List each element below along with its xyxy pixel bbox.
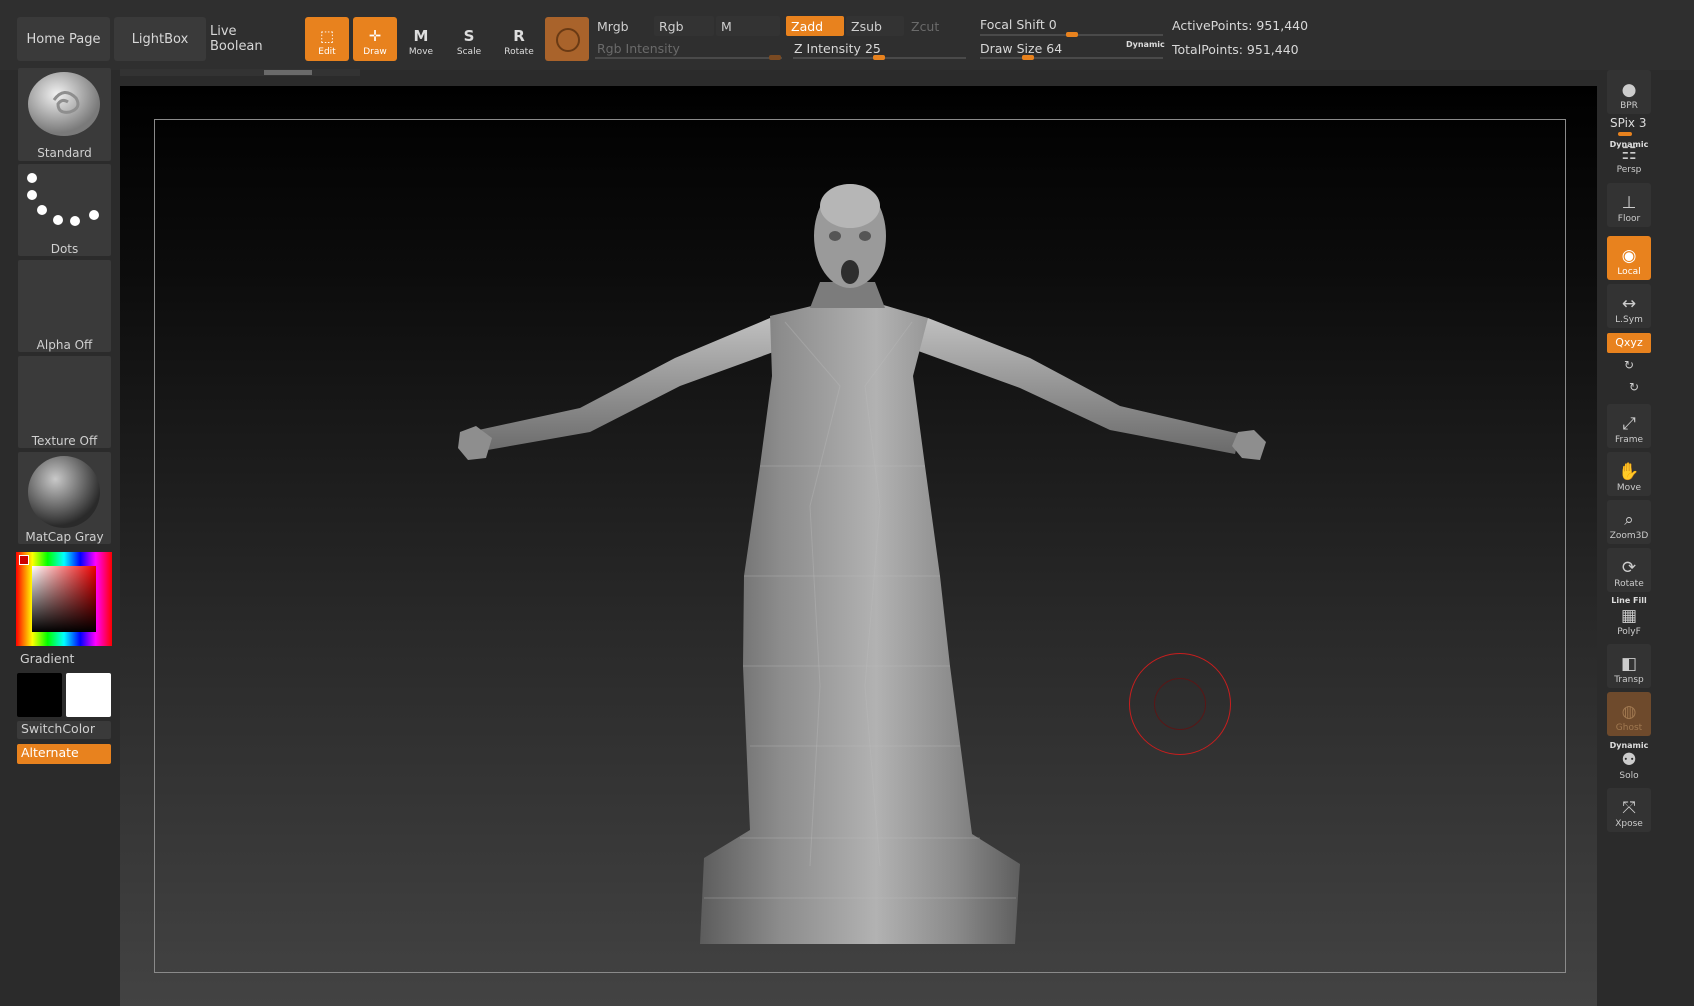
rgb-toggle[interactable]: Rgb xyxy=(654,16,714,36)
polyf-button[interactable]: ▦ PolyF xyxy=(1607,596,1651,640)
brush-label: Standard xyxy=(37,146,92,160)
rgb-intensity-slider[interactable] xyxy=(595,57,782,59)
draw-size-label: Draw Size 64 xyxy=(980,41,1063,56)
spix-slider[interactable]: SPix 3 xyxy=(1610,116,1646,130)
color-picker[interactable] xyxy=(16,552,112,646)
focal-shift-value: 0 xyxy=(1048,17,1057,32)
draw-size-value: 64 xyxy=(1046,41,1063,56)
bpr-sphere-icon: ● xyxy=(1621,80,1637,100)
frame-icon: ⤢ xyxy=(1622,414,1636,434)
draw-button[interactable]: ✛ Draw xyxy=(353,17,397,61)
rotate-icon: R xyxy=(513,27,525,45)
local-button[interactable]: ◉ Local xyxy=(1607,236,1651,280)
secondary-color-swatch[interactable] xyxy=(66,673,111,717)
switch-color-button[interactable]: SwitchColor xyxy=(17,721,111,739)
z-intensity-label: Z Intensity 25 xyxy=(794,41,881,56)
gradient-label[interactable]: Gradient xyxy=(20,651,74,666)
z-intensity-value: 25 xyxy=(864,41,881,56)
canvas-scrollbar-thumb[interactable] xyxy=(264,70,312,75)
polyframe-icon: ▦ xyxy=(1620,606,1638,626)
dynamic-toggle[interactable]: Dynamic xyxy=(1126,40,1165,49)
mrgb-toggle[interactable]: Mrgb xyxy=(592,16,652,36)
active-points: ActivePoints: 951,440 xyxy=(1172,18,1309,33)
brush-standard-icon xyxy=(28,72,100,136)
zcut-toggle[interactable]: Zcut xyxy=(906,16,966,36)
alpha-label: Alpha Off xyxy=(36,338,93,352)
move-button[interactable]: M Move xyxy=(399,17,443,61)
scale-button[interactable]: S Scale xyxy=(447,17,491,61)
dots-stroke-icon xyxy=(27,173,99,226)
rotate-view-button[interactable]: ⟳ Rotate xyxy=(1607,548,1651,592)
floor-button[interactable]: ⊥ Floor xyxy=(1607,183,1651,227)
edit-icon: ⬚ xyxy=(319,27,335,45)
zoom3d-button[interactable]: ⌕ Zoom3D xyxy=(1607,500,1651,544)
rotate-view-icon: ⟳ xyxy=(1621,558,1637,578)
focal-shift-label: Focal Shift 0 xyxy=(980,17,1057,32)
scale-icon: S xyxy=(463,27,475,45)
move-icon: M xyxy=(413,27,429,45)
zadd-toggle[interactable]: Zadd xyxy=(786,16,844,36)
matcap-sphere-icon xyxy=(28,456,100,528)
z-intensity-knob[interactable] xyxy=(873,55,885,60)
grid-persp-icon: ☷ xyxy=(1621,144,1637,164)
material-label: MatCap Gray xyxy=(25,530,104,544)
bpr-button[interactable]: ● BPR xyxy=(1607,70,1651,114)
symmetry-icon: ↔ xyxy=(1621,294,1637,314)
alternate-button[interactable]: Alternate xyxy=(17,744,111,764)
solo-icon: ⚉ xyxy=(1621,750,1637,770)
color-picker-square[interactable] xyxy=(32,566,96,632)
m-toggle[interactable]: M xyxy=(716,16,780,36)
solo-button[interactable]: ⚉ Solo xyxy=(1607,740,1651,784)
canvas-scrollbar[interactable] xyxy=(120,69,360,76)
ghost-icon: ◍ xyxy=(1621,702,1637,722)
persp-button[interactable]: ☷ Persp xyxy=(1607,134,1651,178)
focal-shift-knob[interactable] xyxy=(1066,32,1078,37)
texture-label: Texture Off xyxy=(31,434,98,448)
home-page-button[interactable]: Home Page xyxy=(17,17,110,61)
ghost-button[interactable]: ◍ Ghost xyxy=(1607,692,1651,736)
lightbox-button[interactable]: LightBox xyxy=(114,17,206,61)
hand-icon: ✋ xyxy=(1618,462,1640,482)
lsym-button[interactable]: ↔ L.Sym xyxy=(1607,284,1651,328)
edit-button[interactable]: ⬚ Edit xyxy=(305,17,349,61)
frame-button[interactable]: ⤢ Frame xyxy=(1607,404,1651,448)
rgb-intensity-knob[interactable] xyxy=(769,55,781,60)
material-icon xyxy=(556,28,580,52)
rotate-button[interactable]: R Rotate xyxy=(497,17,541,61)
brush-cursor-inner xyxy=(1154,678,1206,730)
rotate-y-icon[interactable]: ↻ xyxy=(1624,358,1634,372)
draw-size-slider[interactable] xyxy=(980,57,1163,59)
main-color-swatch[interactable] xyxy=(17,673,62,717)
zsub-toggle[interactable]: Zsub xyxy=(846,16,904,36)
live-boolean-button[interactable]: Live Boolean xyxy=(210,17,285,61)
xyz-toggle[interactable]: Qxyz xyxy=(1607,333,1651,353)
total-points: TotalPoints: 951,440 xyxy=(1172,42,1299,57)
material-button[interactable] xyxy=(545,17,589,61)
transparency-icon: ◧ xyxy=(1620,654,1638,674)
move-view-button[interactable]: ✋ Move xyxy=(1607,452,1651,496)
zoom-icon: ⌕ xyxy=(1624,510,1634,530)
rotate-z-icon[interactable]: ↻ xyxy=(1629,380,1639,394)
color-swatch-marker xyxy=(19,555,29,565)
stroke-label: Dots xyxy=(50,242,79,256)
draw-icon: ✛ xyxy=(368,27,382,45)
transp-button[interactable]: ◧ Transp xyxy=(1607,644,1651,688)
xpose-icon: ⤧ xyxy=(1622,798,1636,818)
draw-size-knob[interactable] xyxy=(1022,55,1034,60)
floor-icon: ⊥ xyxy=(1621,193,1637,213)
rgb-intensity-label: Rgb Intensity xyxy=(597,41,680,56)
xpose-button[interactable]: ⤧ Xpose xyxy=(1607,788,1651,832)
local-icon: ◉ xyxy=(1621,246,1637,266)
sculpt-model[interactable] xyxy=(120,86,1597,1006)
